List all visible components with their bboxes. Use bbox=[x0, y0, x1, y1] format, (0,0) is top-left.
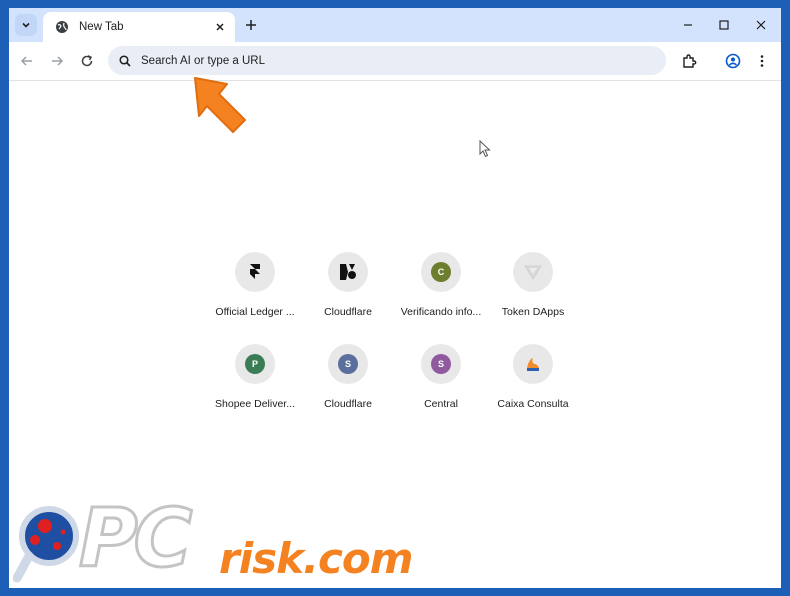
letter-p-badge: P bbox=[245, 354, 265, 374]
tab-strip: New Tab bbox=[9, 8, 781, 42]
shortcut-tile[interactable]: Official Ledger ... bbox=[209, 250, 301, 330]
shortcut-label: Caixa Consulta bbox=[497, 398, 569, 410]
arrow-left-icon bbox=[20, 56, 32, 66]
letter-s-icon: S bbox=[328, 344, 368, 384]
menu-button[interactable] bbox=[751, 50, 773, 72]
shortcut-tile[interactable]: Token DApps bbox=[487, 250, 579, 330]
puzzle-icon bbox=[683, 54, 697, 68]
minimize-button[interactable] bbox=[678, 15, 698, 35]
mouse-cursor-icon bbox=[479, 140, 491, 158]
shortcut-label: Token DApps bbox=[501, 306, 565, 318]
shortcut-label: Cloudflare bbox=[324, 306, 372, 318]
shortcut-tile[interactable]: Caixa Consulta bbox=[487, 342, 579, 422]
reload-button[interactable] bbox=[76, 50, 98, 72]
cloudflare-icon bbox=[328, 252, 368, 292]
pcrisk-watermark: PC risk.com bbox=[9, 491, 469, 588]
account-icon bbox=[725, 53, 741, 69]
forward-button[interactable] bbox=[46, 50, 68, 72]
chevron-shield-icon bbox=[513, 252, 553, 292]
close-icon bbox=[756, 20, 766, 30]
shortcut-tile[interactable]: S Cloudflare bbox=[302, 342, 394, 422]
arrow-right-icon bbox=[52, 56, 64, 66]
address-bar[interactable]: Search AI or type a URL bbox=[108, 46, 666, 75]
magnifier-logo-icon bbox=[13, 506, 79, 583]
kebab-menu-icon bbox=[760, 55, 764, 67]
watermark-risk: risk.com bbox=[219, 534, 414, 583]
letter-p-icon: P bbox=[235, 344, 275, 384]
shortcut-label: Verificando info... bbox=[400, 306, 482, 318]
address-bar-placeholder: Search AI or type a URL bbox=[141, 54, 266, 67]
new-tab-button[interactable] bbox=[241, 15, 261, 35]
letter-c-badge: C bbox=[431, 262, 451, 282]
shortcut-tile[interactable]: Cloudflare bbox=[302, 250, 394, 330]
shortcut-label: Central bbox=[424, 398, 458, 410]
maximize-icon bbox=[719, 20, 729, 30]
shortcut-label: Cloudflare bbox=[324, 398, 372, 410]
toolbar: Search AI or type a URL bbox=[9, 42, 781, 81]
globe-icon bbox=[55, 20, 69, 34]
letter-s-badge: S bbox=[338, 354, 358, 374]
search-icon bbox=[118, 54, 132, 68]
shortcut-tile[interactable]: P Shopee Deliver... bbox=[209, 342, 301, 422]
minimize-icon bbox=[684, 24, 692, 26]
close-icon[interactable] bbox=[211, 18, 229, 36]
shortcut-label: Shopee Deliver... bbox=[215, 398, 295, 410]
tab-search-button[interactable] bbox=[15, 14, 37, 36]
profile-button[interactable] bbox=[722, 50, 744, 72]
shortcut-tile[interactable]: C Verificando info... bbox=[395, 250, 487, 330]
extensions-button[interactable] bbox=[678, 50, 700, 72]
shortcut-tile[interactable]: S Central bbox=[395, 342, 487, 422]
watermark-pc: PC bbox=[77, 491, 193, 587]
plus-icon bbox=[246, 20, 256, 30]
maximize-button[interactable] bbox=[714, 15, 734, 35]
chevron-down-icon bbox=[22, 22, 30, 28]
back-button[interactable] bbox=[16, 50, 38, 72]
close-window-button[interactable] bbox=[751, 15, 771, 35]
caixa-icon bbox=[513, 344, 553, 384]
browser-window: New Tab Search AI or type a URL Official… bbox=[9, 8, 781, 588]
letter-s-icon: S bbox=[421, 344, 461, 384]
tab-new-tab[interactable]: New Tab bbox=[43, 12, 235, 42]
letter-s-badge: S bbox=[431, 354, 451, 374]
letter-c-icon: C bbox=[421, 252, 461, 292]
shortcut-label: Official Ledger ... bbox=[215, 306, 295, 318]
orange-arrow-icon bbox=[194, 77, 246, 133]
tab-title: New Tab bbox=[79, 21, 124, 33]
reload-icon bbox=[81, 55, 93, 67]
framer-icon bbox=[235, 252, 275, 292]
